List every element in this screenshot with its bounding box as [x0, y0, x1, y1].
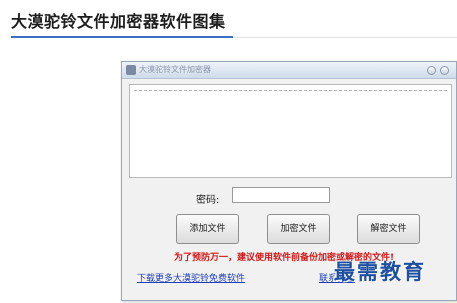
add-file-button[interactable]: 添加文件 — [176, 214, 239, 244]
window-title: 大漠驼铃文件加密器 — [139, 65, 211, 74]
password-input[interactable] — [232, 187, 330, 203]
minimize-icon[interactable] — [427, 66, 436, 75]
download-more-link[interactable]: 下载更多大漠驼铃免费软件 — [137, 271, 245, 284]
page-title: 大漠驼铃文件加密器软件图集 — [11, 12, 226, 31]
dashed-divider — [134, 90, 447, 91]
app-icon — [126, 65, 136, 75]
close-icon[interactable] — [440, 66, 449, 75]
decrypt-file-button[interactable]: 解密文件 — [357, 214, 420, 244]
window-titlebar[interactable]: 大漠驼铃文件加密器 — [122, 62, 456, 79]
file-list-area[interactable] — [129, 84, 452, 178]
encrypt-file-button[interactable]: 加密文件 — [267, 214, 330, 244]
watermark-logo: 最需教育 — [334, 259, 426, 284]
password-label: 密码: — [196, 195, 220, 206]
title-divider-accent — [11, 36, 233, 38]
